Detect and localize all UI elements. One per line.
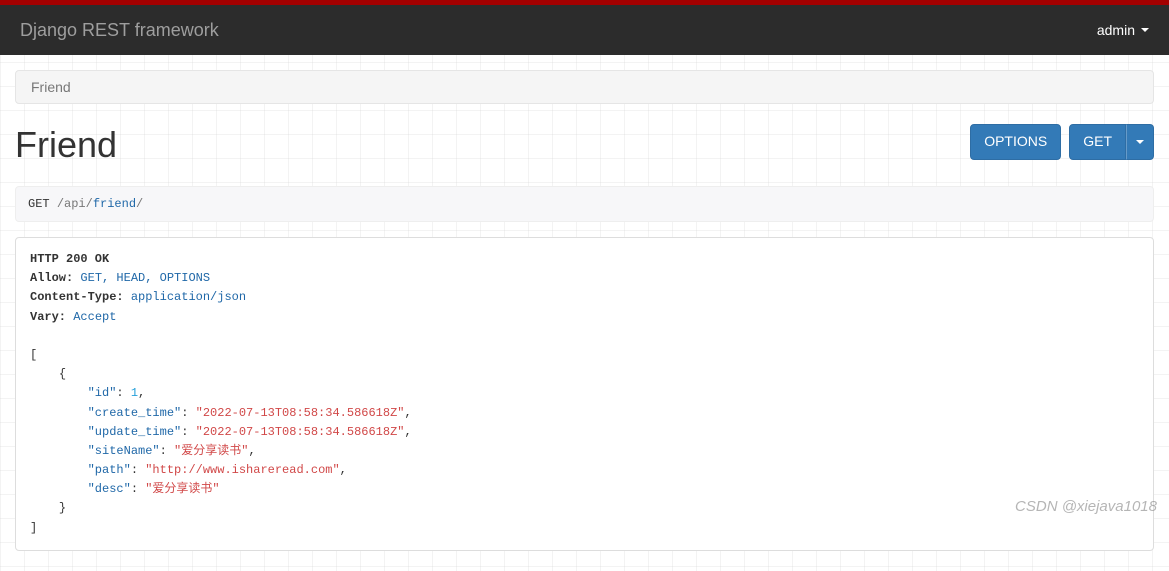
user-name: admin — [1097, 22, 1135, 38]
header-ctype-value: application/json — [131, 290, 246, 304]
json-key: "path" — [88, 463, 131, 477]
breadcrumb-current: Friend — [31, 79, 71, 95]
json-value: "爱分享读书" — [174, 444, 248, 458]
breadcrumb: Friend — [15, 70, 1154, 104]
json-value: "2022-07-13T08:58:34.586618Z" — [196, 406, 405, 420]
json-bracket: ] — [30, 521, 37, 535]
json-key: "desc" — [88, 482, 131, 496]
json-brace: } — [59, 501, 66, 515]
get-button[interactable]: GET — [1069, 124, 1126, 160]
json-key: "id" — [88, 386, 117, 400]
brand-title[interactable]: Django REST framework — [20, 20, 219, 41]
header-ctype-name: Content-Type: — [30, 290, 124, 304]
user-menu[interactable]: admin — [1097, 22, 1149, 38]
header-vary-name: Vary: — [30, 310, 66, 324]
chevron-down-icon — [1141, 28, 1149, 32]
response-body: HTTP 200 OK Allow: GET, HEAD, OPTIONS Co… — [15, 237, 1154, 551]
navbar: Django REST framework admin — [0, 5, 1169, 55]
request-path-leaf: friend — [93, 197, 136, 211]
header-allow-value: GET, HEAD, OPTIONS — [80, 271, 210, 285]
header-vary-value: Accept — [73, 310, 116, 324]
json-value: "2022-07-13T08:58:34.586618Z" — [196, 425, 405, 439]
json-value: 1 — [131, 386, 138, 400]
get-button-group: GET — [1069, 124, 1154, 160]
json-key: "siteName" — [88, 444, 160, 458]
request-line: GET /api/friend/ — [15, 186, 1154, 222]
chevron-down-icon — [1136, 140, 1144, 144]
request-method: GET — [28, 197, 50, 211]
get-dropdown-toggle[interactable] — [1126, 124, 1154, 160]
request-path-trail: / — [136, 197, 143, 211]
json-value: "爱分享读书" — [145, 482, 219, 496]
json-key: "update_time" — [88, 425, 182, 439]
json-brace: { — [59, 367, 66, 381]
page-title: Friend — [15, 124, 117, 166]
options-button[interactable]: OPTIONS — [970, 124, 1061, 160]
json-bracket: [ — [30, 348, 37, 362]
header-allow-name: Allow: — [30, 271, 73, 285]
request-path-root: /api/ — [57, 197, 93, 211]
action-buttons: OPTIONS GET — [970, 124, 1154, 160]
json-value: "http://www.ishareread.com" — [145, 463, 339, 477]
json-key: "create_time" — [88, 406, 182, 420]
response-status: HTTP 200 OK — [30, 252, 109, 266]
